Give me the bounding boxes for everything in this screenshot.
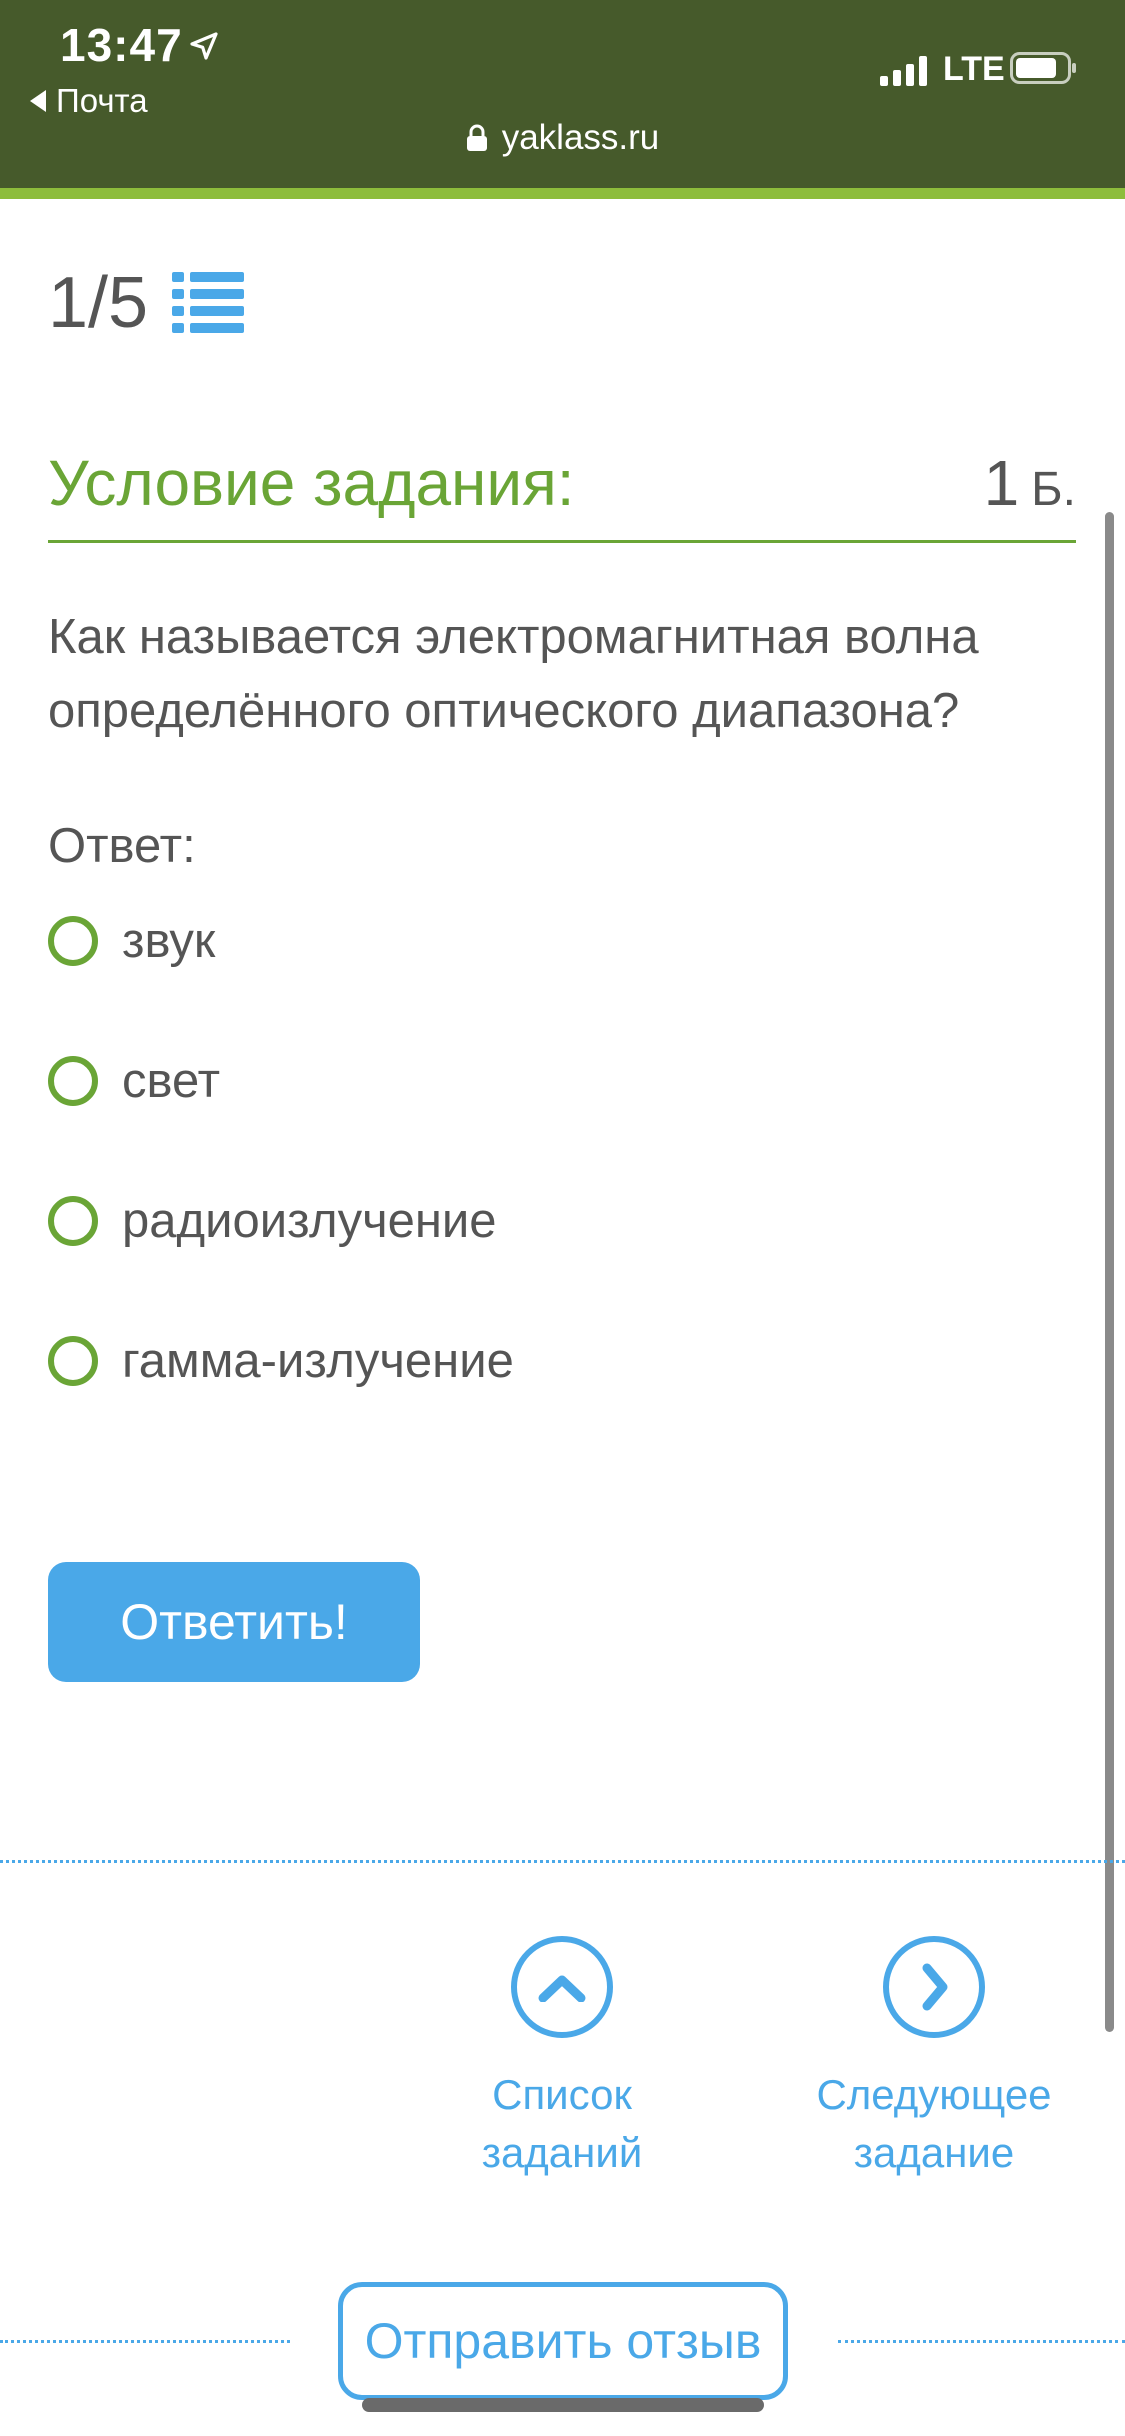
- answer-option-label: гамма-излучение: [122, 1334, 514, 1388]
- feedback-divider-left: [0, 2340, 290, 2343]
- answer-option-gamma[interactable]: гамма-излучение: [48, 1332, 514, 1472]
- next-task-nav-button[interactable]: Следующее задание: [774, 1936, 1094, 2182]
- answer-option-label: радиоизлучение: [122, 1194, 497, 1248]
- task-title: Условие задания:: [48, 447, 575, 519]
- screen: 13:47 Почта LTE yaklass.ru 1/5 Условие з…: [0, 0, 1125, 2436]
- section-divider: [0, 1860, 1125, 1863]
- task-list-nav-label: Список заданий: [481, 2071, 643, 2176]
- task-points-value: 1: [983, 447, 1020, 519]
- task-header: Условие задания: 1 Б.: [48, 440, 1076, 543]
- back-triangle-icon: [30, 90, 46, 112]
- answer-option-radio[interactable]: радиоизлучение: [48, 1192, 514, 1332]
- answer-option-label: звук: [122, 914, 216, 968]
- send-feedback-button[interactable]: Отправить отзыв: [338, 2282, 788, 2400]
- chevron-up-icon: [538, 1975, 586, 2002]
- task-counter: 1/5: [48, 262, 245, 344]
- radio-button[interactable]: [48, 1196, 98, 1246]
- battery-icon: [1010, 52, 1076, 84]
- back-to-app-label: Почта: [56, 82, 148, 119]
- nav-circle: [883, 1936, 985, 2038]
- status-time: 13:47: [60, 19, 183, 71]
- signal-strength-icon: [880, 56, 927, 86]
- nav-circle: [511, 1936, 613, 2038]
- back-to-app-link[interactable]: Почта: [30, 82, 148, 120]
- radio-button[interactable]: [48, 1336, 98, 1386]
- radio-button[interactable]: [48, 916, 98, 966]
- task-points: 1 Б.: [984, 446, 1076, 520]
- lock-icon: [466, 124, 487, 151]
- browser-status-bar: 13:47 Почта LTE yaklass.ru: [0, 0, 1125, 188]
- answer-option-sound[interactable]: звук: [48, 912, 514, 1052]
- address-bar[interactable]: yaklass.ru: [0, 118, 1125, 158]
- task-list-nav-button[interactable]: Список заданий: [402, 1936, 722, 2182]
- home-indicator[interactable]: [362, 2398, 764, 2412]
- answer-option-light[interactable]: свет: [48, 1052, 514, 1192]
- page-scrollbar[interactable]: [1105, 512, 1114, 2032]
- radio-button[interactable]: [48, 1056, 98, 1106]
- answer-options: звук свет радиоизлучение гамма-излучение: [48, 912, 514, 1472]
- feedback-divider-right: [838, 2340, 1125, 2343]
- answer-option-label: свет: [122, 1054, 221, 1108]
- url-text: yaklass.ru: [501, 118, 660, 157]
- task-counter-text: 1/5: [48, 263, 149, 343]
- question-text: Как называется электромагнитная волна оп…: [48, 610, 979, 738]
- chevron-right-icon: [922, 1963, 948, 2011]
- carrier-label: LTE: [943, 50, 1005, 88]
- topbar-accent-line: [0, 188, 1125, 199]
- task-points-unit: Б.: [1031, 463, 1076, 516]
- answer-label: Ответ:: [48, 819, 196, 873]
- task-list-icon[interactable]: [172, 272, 245, 334]
- location-arrow-icon: [190, 32, 218, 60]
- next-task-nav-label: Следующее задание: [816, 2071, 1052, 2176]
- submit-answer-button[interactable]: Ответить!: [48, 1562, 420, 1682]
